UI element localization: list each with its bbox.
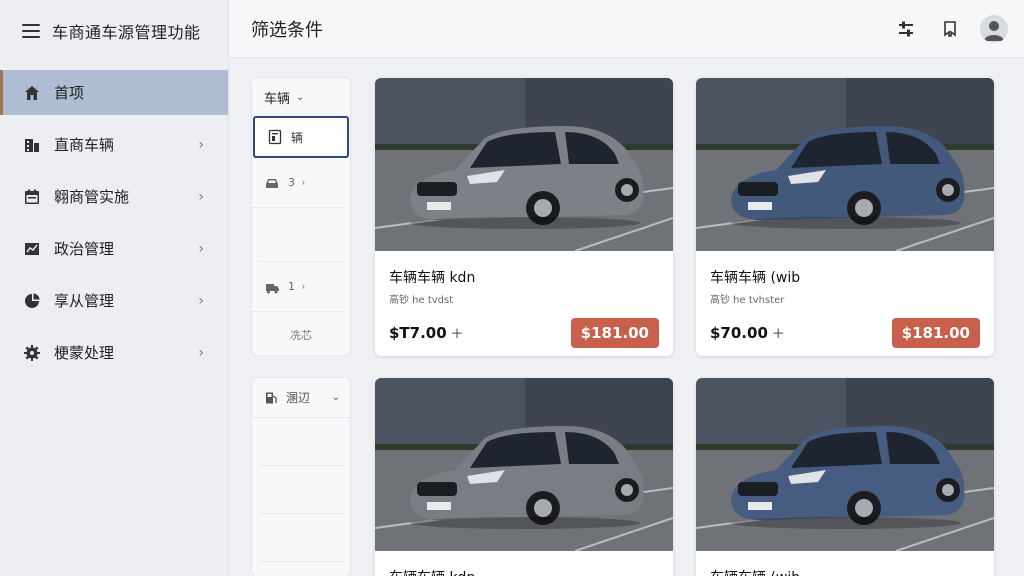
filter-empty-row (260, 466, 342, 514)
truck-icon (266, 283, 279, 293)
price-button[interactable]: $181.00 (891, 318, 980, 348)
filter-sliders-button[interactable] (892, 15, 920, 43)
filter-empty-row (260, 418, 342, 466)
car-footer: $70.00 + $181.00 (710, 318, 980, 348)
car-card[interactable]: 车辆车辆 kdn 高钞 he tvdst $T7.00 + $181.00 (375, 78, 673, 356)
page-title: 筛选条件 (251, 19, 323, 41)
car-photo (375, 78, 673, 251)
sidebar-nav: 首项 直商车辆 › 翱商管实施 › 政治管理 › 享从管理 › 梗蒙处理 › (0, 70, 228, 375)
car-price: $70.00 + (710, 324, 784, 342)
car-price-value: $70.00 (710, 324, 768, 342)
filter-vehicle-dropdown[interactable]: 车辆 ⌄ (252, 78, 350, 116)
chart-icon (22, 239, 42, 259)
car-body: 车辆车辆 kdn 高钞 he tvdst $T7.00 + $181.00 (375, 251, 673, 348)
filter-selected-option[interactable]: 辆 (253, 116, 349, 158)
gear-icon (22, 343, 42, 363)
sidebar-item-home[interactable]: 首项 (0, 70, 228, 115)
chevron-right-icon: › (198, 344, 204, 361)
sidebar-header: 车商通车源管理功能 (0, 0, 228, 62)
car-name: 车辆车辆 kdn (389, 270, 476, 286)
car-subtitle: 高钞 he tvhster (710, 295, 785, 306)
car-photo (375, 378, 673, 551)
pie-icon (22, 291, 42, 311)
sidebar-item-label: 翱商管实施 (54, 188, 130, 206)
filter-selected-label: 辆 (291, 130, 304, 145)
plus-icon: + (450, 324, 464, 342)
car-card[interactable]: 车辆车辆 (wib 高钞 he tvhster $70.00 + $181.00 (696, 78, 994, 356)
chevron-down-icon: ⌄ (331, 392, 340, 403)
filter-option-row[interactable]: 1 › (252, 262, 342, 312)
car-name: 车辆车辆 (wib (710, 567, 980, 576)
filter-option-count: 1 (288, 280, 295, 293)
chevron-right-icon: › (198, 136, 204, 153)
car-photo (696, 378, 994, 551)
car-footer: $T7.00 + $181.00 (389, 318, 659, 348)
bookmark-button[interactable] (936, 15, 964, 43)
sidebar-item-label: 享从管理 (54, 292, 115, 310)
car-body: 车辆车辆 (wib (696, 551, 994, 576)
bookmark-icon (944, 20, 956, 37)
sidebar-item-policy-management[interactable]: 政治管理 › (0, 226, 228, 271)
chevron-right-icon: › (301, 176, 306, 189)
filter-empty-row (260, 514, 342, 562)
building-icon (22, 135, 42, 155)
car-price: $T7.00 + (389, 324, 463, 342)
menu-icon[interactable] (22, 24, 40, 38)
filter-secondary-dropdown[interactable]: 溷辺 ⌄ (252, 378, 350, 418)
fuel-icon (266, 392, 277, 403)
sidebar-item-dealer-management[interactable]: 翱商管实施 › (0, 174, 228, 219)
car-card[interactable]: 车辆车辆 kdn (375, 378, 673, 576)
car-photo (696, 78, 994, 251)
car-price-value: $T7.00 (389, 324, 447, 342)
car-icon (266, 178, 278, 188)
app-title: 车商通车源管理功能 (52, 23, 201, 42)
sidebar-item-team-management[interactable]: 享从管理 › (0, 278, 228, 323)
plus-icon: + (771, 324, 785, 342)
car-body: 车辆车辆 kdn (375, 551, 673, 576)
sidebar-item-label: 梗蒙处理 (54, 344, 115, 362)
user-icon (984, 20, 1004, 41)
filter-option-count: 3 (288, 176, 295, 189)
filter-option-row[interactable]: 3 › (252, 158, 342, 208)
filter-head-label: 车辆 (264, 91, 291, 107)
car-name: 车辆车辆 kdn (389, 567, 659, 576)
chevron-right-icon: › (198, 188, 204, 205)
sidebar-item-settings[interactable]: 梗蒙处理 › (0, 330, 228, 375)
calendar-icon (22, 187, 42, 207)
topbar: 筛选条件 (229, 0, 1024, 58)
avatar[interactable] (980, 14, 1008, 43)
price-button[interactable]: $181.00 (570, 318, 659, 348)
sliders-icon (899, 21, 913, 36)
sidebar-item-label: 政治管理 (54, 240, 115, 258)
document-icon (268, 129, 282, 145)
car-card[interactable]: 车辆车辆 (wib (696, 378, 994, 576)
sidebar-item-label: 直商车辆 (54, 136, 115, 154)
car-body: 车辆车辆 (wib 高钞 he tvhster $70.00 + $181.00 (696, 251, 994, 348)
chevron-down-icon: ⌄ (296, 91, 305, 103)
filter-secondary-label: 溷辺 (286, 391, 311, 405)
filter-panel: 车辆 ⌄ 辆 3 › 1 › 冼芯 (251, 77, 351, 356)
sidebar-item-direct-vehicles[interactable]: 直商车辆 › (0, 122, 228, 167)
chevron-right-icon: › (301, 280, 306, 293)
chevron-right-icon: › (198, 292, 204, 309)
car-subtitle: 高钞 he tvdst (389, 295, 454, 306)
chevron-right-icon: › (198, 240, 204, 257)
filter-footer-link[interactable]: 冼芯 (252, 312, 350, 358)
home-icon (22, 83, 42, 103)
filter-empty-row (260, 208, 342, 262)
sidebar: 车商通车源管理功能 首项 直商车辆 › 翱商管实施 › 政治管理 › 享从管理 … (0, 0, 229, 576)
filter-panel-secondary: 溷辺 ⌄ (251, 377, 351, 576)
car-name: 车辆车辆 (wib (710, 270, 801, 286)
sidebar-item-label: 首项 (54, 84, 85, 102)
